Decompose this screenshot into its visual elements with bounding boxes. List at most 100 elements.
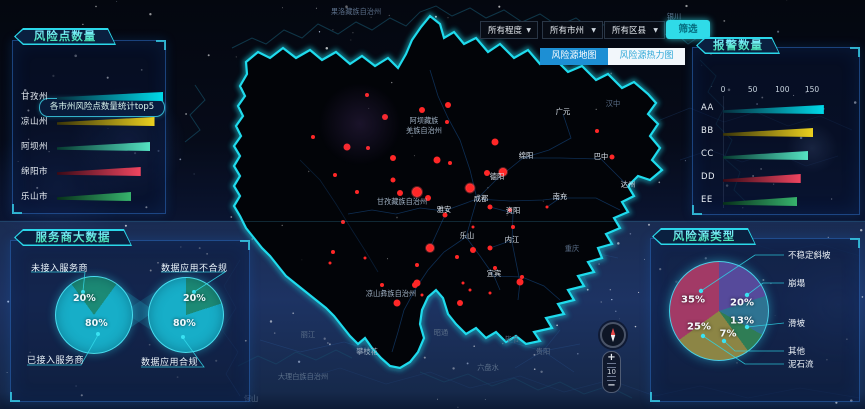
risk-marker[interactable] bbox=[380, 283, 384, 287]
risk-marker[interactable] bbox=[390, 155, 396, 161]
degree-select[interactable]: 所有程度 ▼ bbox=[480, 21, 538, 39]
risk-marker[interactable] bbox=[488, 205, 493, 210]
bar-row: DD bbox=[701, 169, 851, 189]
star bbox=[149, 13, 151, 15]
compass-control[interactable] bbox=[600, 322, 626, 348]
star bbox=[391, 82, 392, 83]
risk-marker[interactable] bbox=[455, 255, 459, 259]
star bbox=[208, 54, 210, 56]
bar-row: EE bbox=[701, 192, 851, 212]
risk-marker[interactable] bbox=[546, 206, 549, 209]
city-select[interactable]: 所有市州 ▼ bbox=[542, 21, 603, 39]
risk-marker[interactable] bbox=[469, 289, 472, 292]
risk-marker[interactable] bbox=[517, 279, 524, 286]
risk-marker[interactable] bbox=[397, 190, 403, 196]
risk-marker[interactable] bbox=[355, 190, 359, 194]
pie-percent: 35% bbox=[681, 295, 705, 306]
axis-tick-label: 100 bbox=[775, 85, 789, 94]
risk-marker[interactable] bbox=[457, 300, 463, 306]
star bbox=[332, 29, 333, 30]
risk-marker[interactable] bbox=[366, 146, 370, 150]
legend-item: 崩塌 bbox=[788, 277, 805, 289]
zoom-control: + 10 − bbox=[602, 351, 621, 393]
degree-select-value: 所有程度 bbox=[488, 26, 522, 36]
risk-marker[interactable] bbox=[445, 120, 449, 124]
district-select[interactable]: 所有区县 ▼ bbox=[604, 21, 665, 39]
risk-marker[interactable] bbox=[391, 178, 396, 183]
star bbox=[282, 225, 283, 226]
star bbox=[326, 47, 329, 50]
panel-title: 风险源类型 bbox=[652, 228, 756, 245]
risk-marker[interactable] bbox=[492, 139, 499, 146]
risk-marker[interactable] bbox=[329, 262, 332, 265]
star bbox=[389, 15, 390, 16]
star bbox=[860, 229, 862, 231]
risk-marker[interactable] bbox=[434, 157, 441, 164]
tab-risk-source-map[interactable]: 风险源地图 bbox=[540, 48, 608, 65]
risk-marker[interactable] bbox=[365, 93, 369, 97]
star bbox=[414, 155, 415, 156]
risk-marker[interactable] bbox=[419, 107, 425, 113]
star bbox=[324, 338, 326, 340]
risk-marker[interactable] bbox=[333, 173, 337, 177]
risk-marker[interactable] bbox=[414, 280, 421, 287]
bar-label: 绵阳市 bbox=[21, 165, 57, 177]
risk-marker[interactable] bbox=[364, 257, 367, 260]
risk-marker[interactable] bbox=[445, 102, 451, 108]
risk-marker[interactable] bbox=[520, 275, 524, 279]
tab-risk-source-heatmap[interactable]: 风险源热力图 bbox=[608, 48, 685, 65]
star bbox=[611, 299, 612, 300]
risk-marker[interactable] bbox=[415, 263, 419, 267]
star bbox=[630, 233, 632, 235]
risk-marker[interactable] bbox=[394, 300, 401, 307]
risk-marker[interactable] bbox=[448, 161, 452, 165]
bar-label: DD bbox=[701, 172, 719, 182]
star bbox=[274, 332, 275, 333]
bar bbox=[57, 117, 155, 126]
pie-label: 已接入服务商 bbox=[27, 353, 84, 366]
star bbox=[556, 325, 558, 327]
risk-marker[interactable] bbox=[511, 225, 515, 229]
province-border bbox=[234, 16, 662, 368]
star bbox=[635, 326, 636, 327]
bar-row: BB bbox=[701, 123, 851, 143]
star bbox=[316, 8, 317, 9]
risk-marker[interactable] bbox=[426, 244, 434, 252]
risk-marker[interactable] bbox=[610, 155, 615, 160]
risk-marker[interactable] bbox=[331, 250, 335, 254]
providers-title-banner: 服务商大数据 bbox=[14, 229, 132, 246]
bar-label: 乐山市 bbox=[21, 190, 57, 202]
risk-marker[interactable] bbox=[382, 114, 388, 120]
star bbox=[644, 259, 645, 260]
risk-marker[interactable] bbox=[470, 247, 476, 253]
star bbox=[236, 56, 237, 57]
axis-tick-label: 150 bbox=[805, 85, 819, 94]
risk-marker[interactable] bbox=[595, 129, 599, 133]
axis-tick-label: 50 bbox=[748, 85, 758, 94]
bar bbox=[57, 167, 141, 176]
zoom-in-button[interactable]: + bbox=[607, 354, 615, 362]
map-label: 毕节 bbox=[505, 335, 519, 344]
risk-marker[interactable] bbox=[311, 135, 315, 139]
star bbox=[319, 31, 320, 32]
bar bbox=[723, 174, 801, 183]
risk-marker[interactable] bbox=[489, 292, 492, 295]
bar-row: 乐山市 bbox=[21, 187, 171, 207]
risk-marker[interactable] bbox=[412, 187, 422, 197]
risk-marker[interactable] bbox=[488, 246, 493, 251]
risk-marker[interactable] bbox=[421, 294, 424, 297]
star bbox=[638, 292, 639, 293]
risk-marker[interactable] bbox=[466, 184, 475, 193]
map-label: 南充 bbox=[553, 192, 567, 201]
star bbox=[610, 289, 611, 290]
map-label: 贵阳 bbox=[536, 347, 550, 356]
star bbox=[387, 258, 388, 259]
bar-label: EE bbox=[701, 195, 719, 205]
risk-marker[interactable] bbox=[344, 144, 351, 151]
risk-marker[interactable] bbox=[462, 282, 465, 285]
zoom-out-button[interactable]: − bbox=[607, 382, 615, 390]
risk-marker[interactable] bbox=[472, 226, 475, 229]
star bbox=[292, 312, 294, 314]
pie-percent: 7% bbox=[720, 329, 737, 340]
star bbox=[7, 301, 9, 303]
